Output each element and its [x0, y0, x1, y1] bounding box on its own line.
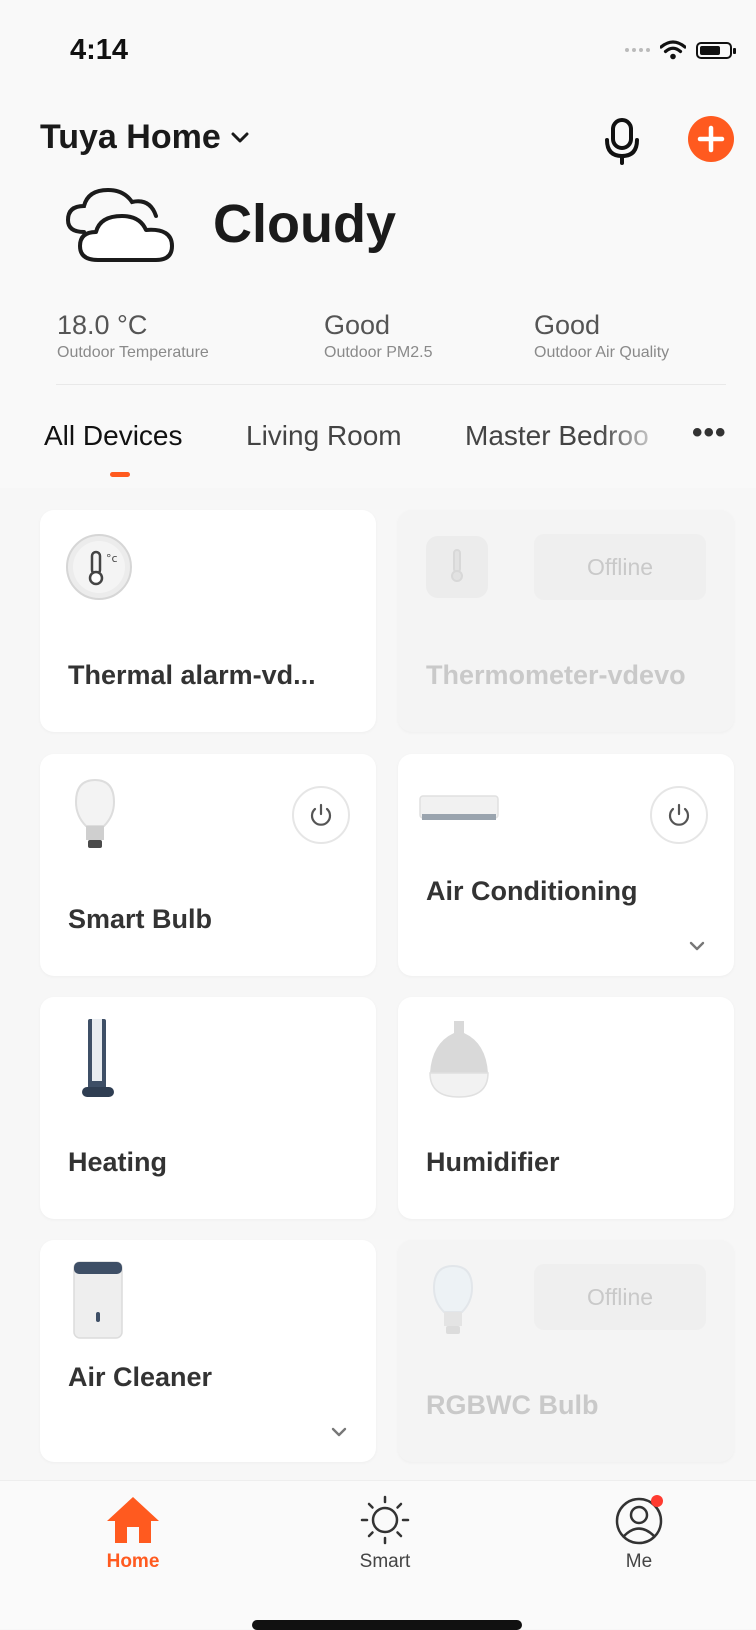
power-icon	[310, 803, 332, 826]
status-indicators	[625, 40, 736, 60]
tab-living-room[interactable]: Living Room	[246, 420, 402, 452]
device-name: Air Cleaner	[68, 1362, 213, 1392]
notification-dot	[651, 1495, 663, 1507]
device-card-humidifier[interactable]: Humidifier	[398, 997, 734, 1219]
stat-temperature: 18.0 °C Outdoor Temperature	[57, 310, 209, 362]
device-name: Humidifier	[426, 1147, 560, 1177]
divider	[56, 384, 726, 385]
chevron-down-icon[interactable]	[328, 1424, 350, 1440]
device-name: Thermal alarm-vd...	[68, 660, 316, 690]
stat-value: 18.0 °C	[57, 310, 148, 340]
signal-icon	[625, 48, 650, 52]
battery-icon	[696, 41, 736, 59]
chevron-down-icon[interactable]	[686, 938, 708, 954]
offline-badge: Offline	[534, 1264, 706, 1330]
device-card-thermal-alarm[interactable]: °c Thermal alarm-vd...	[40, 510, 376, 732]
offline-badge: Offline	[534, 534, 706, 600]
tab-label: Me	[625, 1551, 653, 1572]
stat-label: Outdoor Temperature	[57, 344, 209, 361]
tab-label: Home	[106, 1551, 160, 1572]
device-card-rgbwc-bulb[interactable]: Offline RGBWC Bulb	[398, 1240, 734, 1462]
status-time: 4:14	[70, 34, 129, 66]
active-tab-indicator	[110, 472, 130, 477]
heater-icon	[82, 1019, 114, 1097]
stat-label: Outdoor Air Quality	[534, 344, 670, 361]
device-name: Smart Bulb	[68, 904, 213, 934]
chevron-down-icon	[231, 132, 249, 142]
stat-air-quality: Good Outdoor Air Quality	[534, 310, 669, 362]
stat-label: Outdoor PM2.5	[324, 344, 433, 361]
device-name: Thermometer-vdevo	[426, 660, 686, 690]
svg-text:°c: °c	[106, 552, 118, 565]
sun-icon	[360, 1495, 410, 1545]
cloudy-icon	[65, 187, 174, 262]
wifi-icon	[660, 40, 686, 60]
thermometer-icon	[426, 536, 488, 598]
device-card-air-conditioning[interactable]: Air Conditioning	[398, 754, 734, 976]
tab-smart[interactable]: Smart	[330, 1495, 440, 1573]
tab-me[interactable]: Me	[584, 1495, 694, 1573]
air-conditioner-icon	[419, 795, 499, 820]
air-cleaner-icon	[73, 1261, 123, 1339]
tab-fade	[600, 412, 670, 460]
tab-home[interactable]: Home	[78, 1495, 188, 1573]
tab-all-devices[interactable]: All Devices	[44, 420, 182, 452]
power-button[interactable]	[292, 786, 350, 844]
humidifier-icon	[429, 1021, 489, 1098]
power-button[interactable]	[650, 786, 708, 844]
add-device-button[interactable]	[688, 116, 734, 162]
device-name: RGBWC Bulb	[426, 1390, 599, 1420]
device-card-thermometer[interactable]: Offline Thermometer-vdevo	[398, 510, 734, 732]
home-name: Tuya Home	[40, 118, 221, 156]
bulb-icon	[432, 1264, 474, 1334]
power-icon	[668, 803, 690, 826]
device-name: Air Conditioning	[426, 876, 638, 906]
weather-condition: Cloudy	[213, 194, 396, 254]
microphone-icon[interactable]	[598, 116, 646, 166]
home-indicator	[252, 1620, 522, 1630]
stat-pm25: Good Outdoor PM2.5	[324, 310, 433, 362]
tab-label: Smart	[359, 1551, 411, 1572]
bulb-icon	[74, 778, 116, 848]
device-card-smart-bulb[interactable]: Smart Bulb	[40, 754, 376, 976]
home-selector[interactable]: Tuya Home	[40, 118, 249, 157]
device-card-heating[interactable]: Heating	[40, 997, 376, 1219]
thermal-alarm-icon: °c	[66, 534, 132, 600]
home-icon	[107, 1497, 159, 1543]
bottom-tab-bar: Home Smart Me	[0, 1480, 756, 1629]
stat-value: Good	[324, 310, 391, 340]
plus-icon	[697, 125, 725, 153]
device-name: Heating	[68, 1147, 168, 1177]
more-rooms-icon[interactable]: •••	[692, 416, 727, 450]
device-card-air-cleaner[interactable]: Air Cleaner	[40, 1240, 376, 1462]
stat-value: Good	[534, 310, 601, 340]
user-icon	[615, 1495, 663, 1545]
